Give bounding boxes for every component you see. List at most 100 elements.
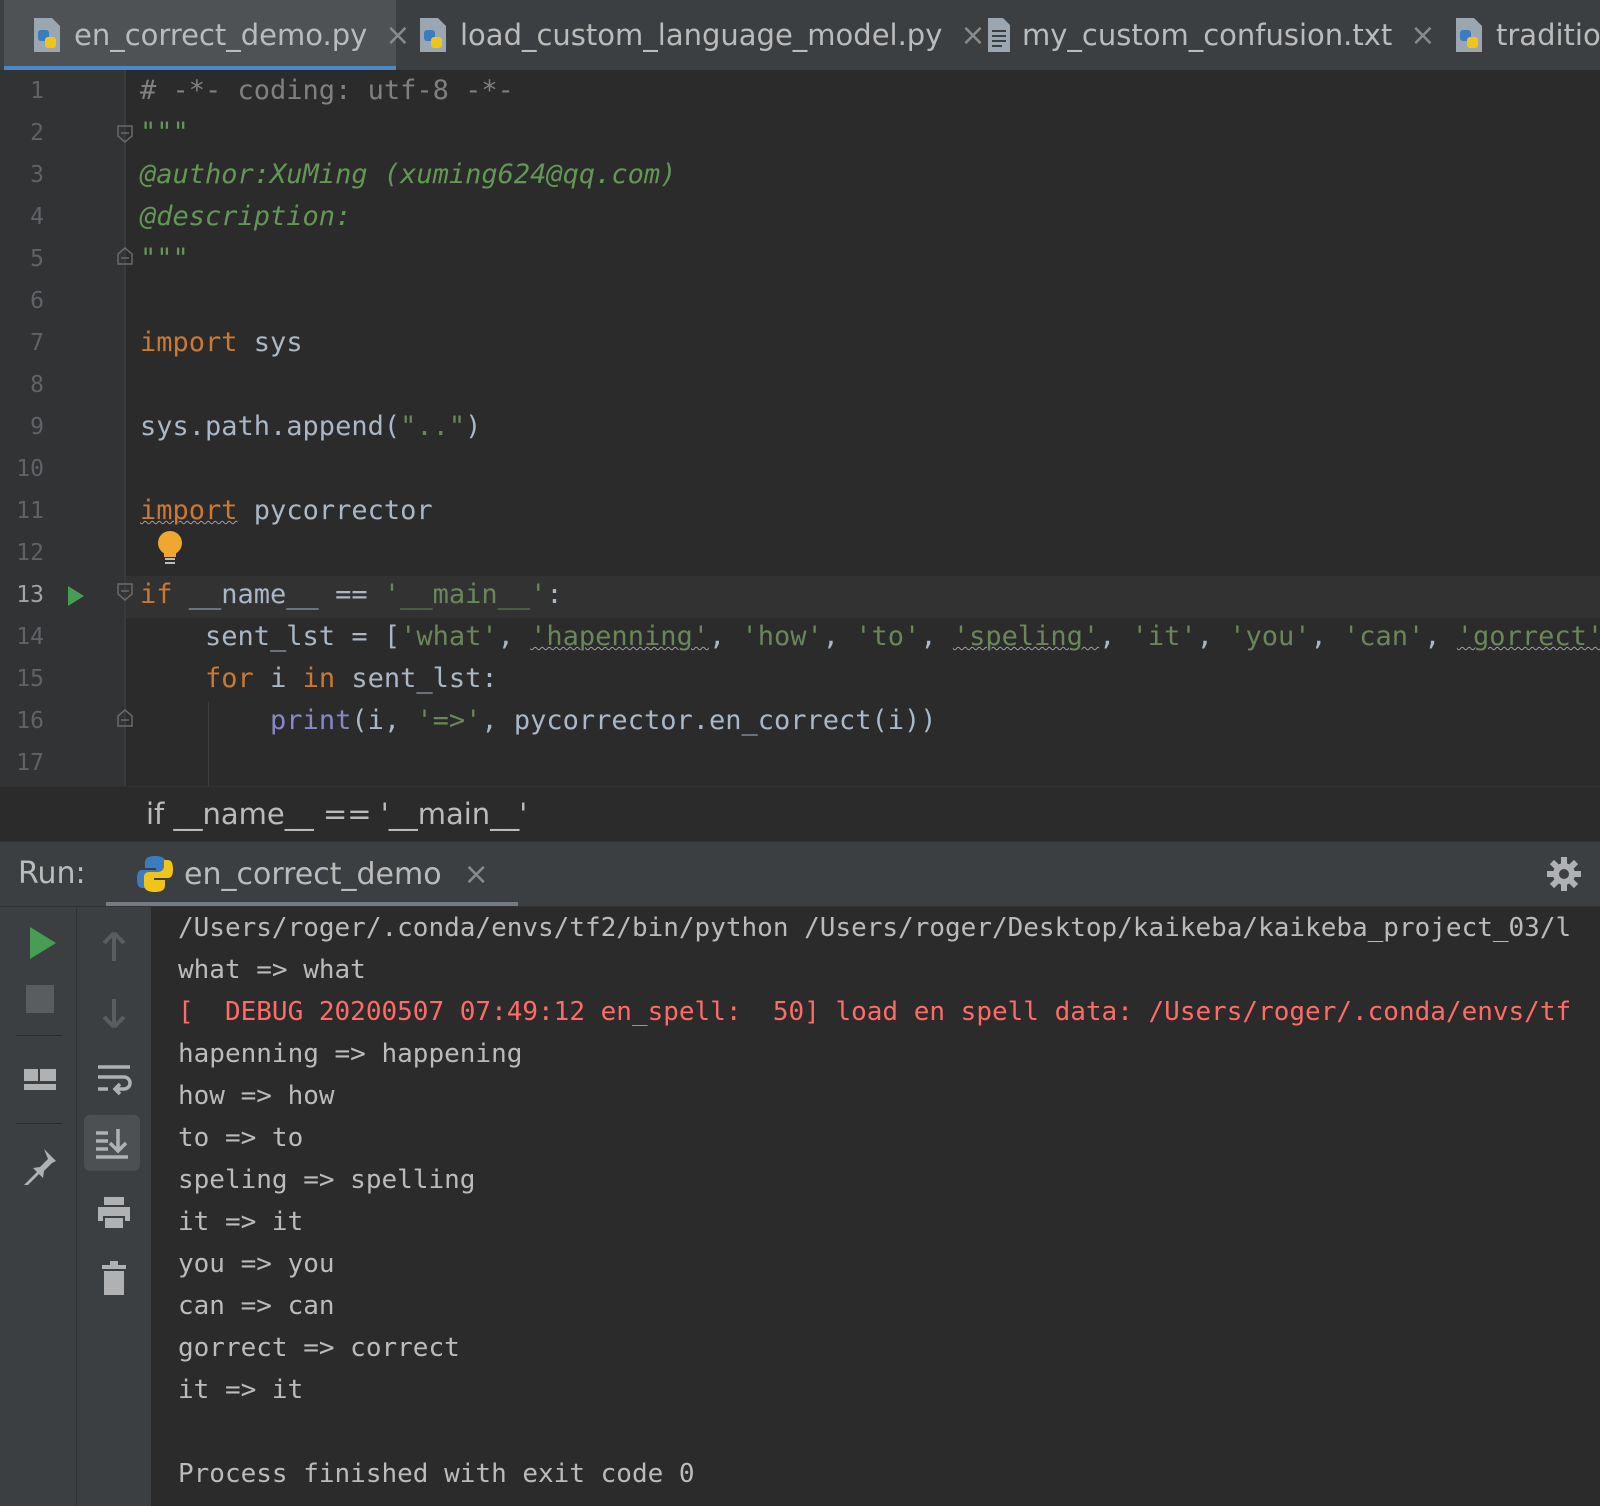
separator: , — [708, 621, 742, 652]
code-text: sys — [237, 327, 303, 358]
close-icon[interactable]: × — [1410, 18, 1435, 53]
string: '=>' — [416, 705, 482, 736]
console-line: what => what — [178, 955, 366, 985]
print-icon[interactable] — [94, 1193, 134, 1233]
scroll-to-end-button[interactable] — [84, 1115, 140, 1171]
run-tool-window-header: Run: en_correct_demo × — [0, 842, 1600, 907]
fold-marker-icon[interactable] — [117, 709, 133, 727]
fold-marker-icon[interactable] — [117, 247, 133, 265]
fold-marker-icon[interactable] — [117, 583, 133, 601]
python-file-icon — [1456, 18, 1482, 52]
tab-label: en_correct_demo.py — [74, 18, 368, 52]
console-line: how => how — [178, 1081, 335, 1111]
docstring: @description: — [140, 201, 352, 232]
string: '__main__' — [383, 579, 547, 610]
console-line: can => can — [178, 1291, 335, 1321]
breadcrumb[interactable]: if __name__ == '__main__' — [0, 786, 1600, 842]
line-number: 1 — [30, 78, 44, 104]
close-icon[interactable]: × — [960, 18, 985, 53]
console-line: it => it — [178, 1375, 304, 1405]
console-line: speling => spelling — [178, 1165, 476, 1195]
console-line-exit: Process finished with exit code 0 — [178, 1459, 695, 1489]
separator: , — [1196, 621, 1230, 652]
code-editor[interactable]: 1 2 3 4 5 6 7 8 9 10 11 12 13 14 15 16 1… — [0, 70, 1600, 786]
line-number: 2 — [30, 120, 44, 146]
code-line-4: @description: — [140, 196, 351, 238]
string: 'hapenning' — [530, 621, 709, 652]
code-text: ) — [465, 411, 482, 442]
code-line-14: sent_lst = ['what', 'hapenning', 'how', … — [140, 616, 1600, 658]
separator: , — [1099, 621, 1132, 652]
tab-label: my_custom_confusion.txt — [1022, 18, 1393, 52]
console-line: hapenning => happening — [178, 1039, 523, 1069]
trash-icon[interactable] — [94, 1259, 134, 1299]
arrow-down-icon[interactable] — [94, 993, 134, 1033]
line-number: 9 — [30, 414, 44, 440]
run-label: Run: — [18, 856, 86, 891]
string: 'what' — [400, 621, 498, 652]
code-text: sent_lst: — [335, 663, 498, 694]
pin-icon[interactable] — [20, 1145, 60, 1185]
run-tab-en-correct-demo[interactable]: en_correct_demo × — [106, 842, 518, 906]
close-icon[interactable]: × — [464, 857, 489, 892]
soft-wrap-icon[interactable] — [94, 1059, 134, 1099]
string: 'you' — [1229, 621, 1311, 652]
string: 'to' — [855, 621, 921, 652]
line-number: 5 — [30, 246, 44, 272]
keyword: import — [140, 327, 238, 358]
run-toolbar-primary — [0, 907, 77, 1506]
console-line: to => to — [178, 1123, 304, 1153]
run-gutter-icon[interactable] — [66, 584, 86, 608]
docstring: @author:XuMing (xuming624@qq.com) — [140, 159, 677, 190]
code-text: __name__ == — [172, 579, 384, 610]
separator: , — [920, 621, 953, 652]
line-number: 7 — [30, 330, 44, 356]
tab-my-custom-confusion[interactable]: my_custom_confusion.txt × — [986, 0, 1435, 70]
tab-traditional[interactable]: traditior — [1452, 0, 1600, 70]
tab-load-custom-language-model[interactable]: load_custom_language_model.py × — [416, 0, 986, 70]
line-number: 14 — [16, 624, 44, 650]
text-file-icon — [988, 18, 1010, 52]
rerun-icon[interactable] — [22, 923, 62, 963]
console-line: it => it — [178, 1207, 304, 1237]
code-line-2: """ — [140, 112, 189, 154]
separator: , — [822, 621, 856, 652]
code-text: sent_lst = [ — [140, 621, 401, 652]
console-output[interactable]: /Users/roger/.conda/envs/tf2/bin/python … — [152, 907, 1600, 1506]
line-number: 11 — [16, 498, 44, 524]
line-number: 15 — [16, 666, 44, 692]
line-number: 17 — [16, 750, 44, 776]
line-number-current: 13 — [16, 582, 44, 608]
code-line-1: # -*- coding: utf-8 -*- — [140, 70, 514, 112]
line-number: 8 — [30, 372, 44, 398]
code-line-5: """ — [140, 238, 189, 280]
code-text: (i, — [351, 705, 417, 736]
tab-en-correct-demo[interactable]: en_correct_demo.py × — [4, 0, 410, 70]
code-line-13: if __name__ == '__main__': — [140, 574, 563, 616]
code-text: sys.path.append( — [140, 411, 401, 442]
code-line-7: import sys — [140, 322, 303, 364]
fold-marker-icon[interactable] — [117, 125, 133, 143]
python-icon — [137, 856, 173, 892]
string: 'can' — [1343, 621, 1425, 652]
gutter-divider — [124, 70, 126, 786]
gear-icon[interactable] — [1546, 856, 1582, 892]
string: 'gorrect' — [1456, 621, 1600, 652]
stop-icon[interactable] — [20, 979, 60, 1019]
code-text: pycorrector — [237, 495, 433, 526]
lightbulb-icon[interactable] — [156, 530, 184, 566]
layout-icon[interactable] — [20, 1059, 60, 1099]
close-icon[interactable]: × — [385, 18, 410, 53]
keyword: for — [205, 663, 254, 694]
string: 'speling' — [952, 621, 1100, 652]
code-line-11: import pycorrector — [140, 490, 433, 532]
breadcrumb-item[interactable]: if __name__ == '__main__' — [146, 797, 527, 831]
code-text: i — [253, 663, 303, 694]
string: 'how' — [741, 621, 823, 652]
toolbar-separator — [16, 1035, 62, 1036]
console-line: you => you — [178, 1249, 335, 1279]
separator: , — [1310, 621, 1343, 652]
arrow-up-icon[interactable] — [94, 927, 134, 967]
python-file-icon — [34, 18, 60, 52]
